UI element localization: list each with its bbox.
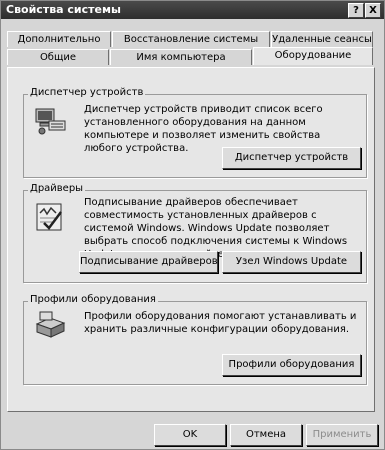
tab-advanced[interactable]: Дополнительно — [7, 31, 111, 47]
ok-button[interactable]: OK — [154, 424, 226, 446]
driver-signing-icon — [36, 203, 62, 231]
driver-signing-button[interactable]: Подписывание драйверов — [79, 251, 218, 273]
device-manager-title: Диспетчер устройств — [28, 87, 146, 98]
tab-remote[interactable]: Удаленные сеансы — [271, 31, 373, 47]
device-manager-icon — [35, 108, 66, 135]
help-button[interactable]: ? — [348, 3, 364, 18]
drivers-group: Драйверы Подписывание драйверов обеспечи… — [23, 183, 367, 283]
device-manager-button[interactable]: Диспетчер устройств — [222, 147, 361, 169]
hardware-profiles-group: Профили оборудования Профили оборудовани… — [23, 294, 367, 385]
hardware-profiles-title: Профили оборудования — [28, 294, 158, 305]
hardware-profiles-button[interactable]: Профили оборудования — [222, 354, 361, 376]
window-title: Свойства системы — [6, 3, 121, 16]
hardware-profiles-icon — [35, 311, 66, 338]
hardware-profiles-description: Профили оборудования помогают устанавлив… — [84, 311, 357, 335]
tab-computer-name[interactable]: Имя компьютера — [110, 49, 252, 65]
tab-general[interactable]: Общие — [7, 49, 109, 65]
system-properties-window: Свойства системы ? X Дополнительно Восст… — [0, 0, 385, 450]
apply-button[interactable]: Применить — [306, 424, 378, 446]
tab-system-restore[interactable]: Восстановление системы — [112, 31, 270, 47]
windows-update-button[interactable]: Узел Windows Update — [222, 251, 361, 273]
cancel-button[interactable]: Отмена — [230, 424, 302, 446]
device-manager-group: Диспетчер устройств Диспетчер устройств … — [23, 87, 367, 178]
tab-hardware[interactable]: Оборудование — [253, 47, 373, 65]
title-bar[interactable]: Свойства системы ? X — [1, 1, 384, 19]
drivers-title: Драйверы — [28, 183, 86, 194]
close-button[interactable]: X — [365, 3, 381, 18]
hardware-tab-panel: Диспетчер устройств Диспетчер устройств … — [7, 67, 375, 412]
